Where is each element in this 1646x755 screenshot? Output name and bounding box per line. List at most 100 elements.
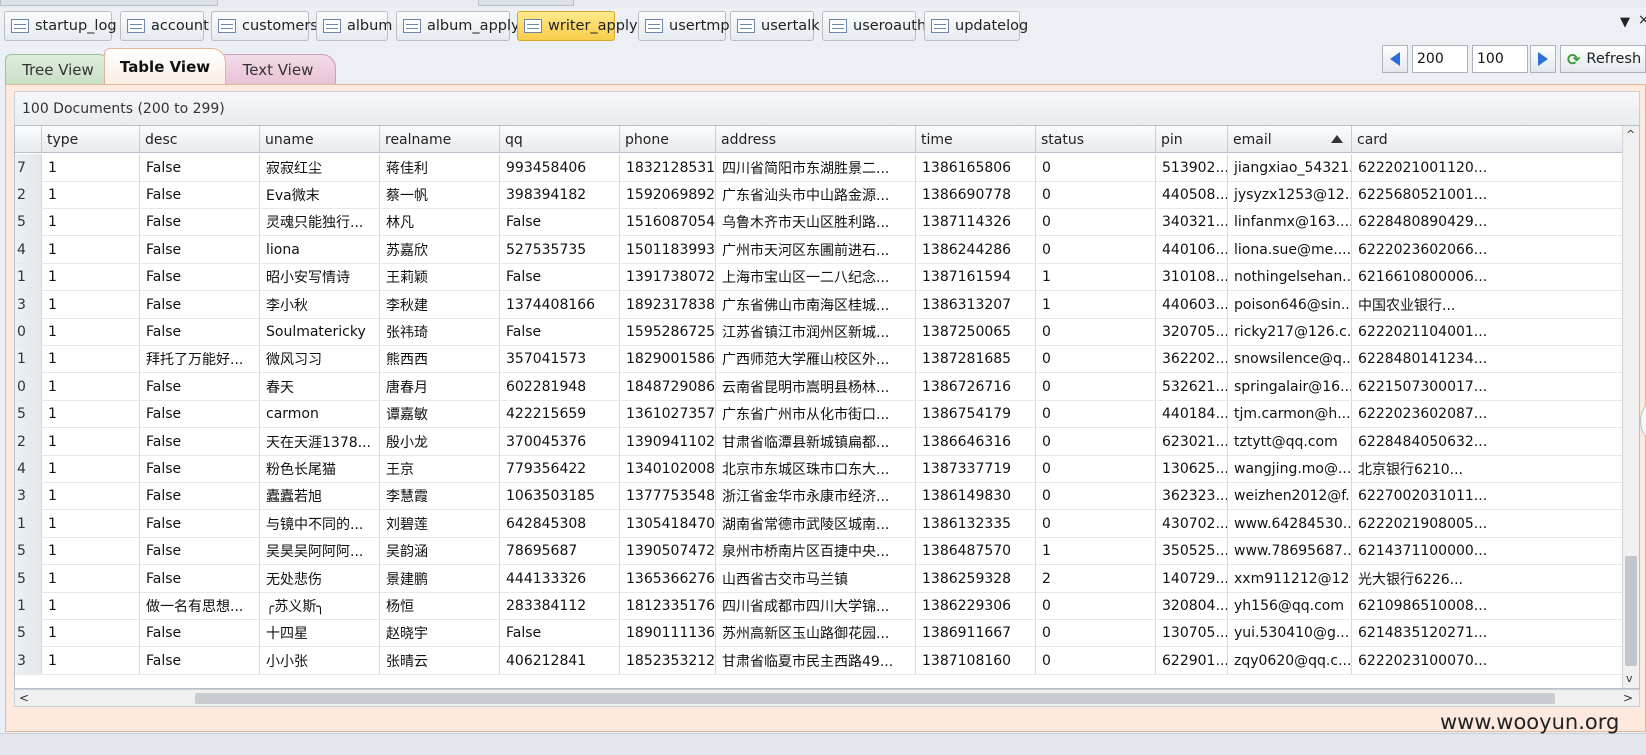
table-row[interactable]: 5 1 False 无处悲伤 景建鹏 444133326 13653662764 山西省古交市… (15, 565, 1639, 593)
cell-desc[interactable]: 拜托了万能好... (140, 345, 260, 373)
cell-type[interactable]: 1 (42, 291, 140, 318)
cell-address[interactable]: 甘肃省临潭县新城镇扁都... (716, 428, 916, 455)
table-row[interactable]: 5 1 False carmon 谭嘉敏 422215659 13610273578 广东省广… (15, 400, 1639, 429)
cell-desc[interactable]: False (140, 619, 260, 647)
cell-uname[interactable]: 粉色长尾猫 (260, 455, 380, 483)
cell-type[interactable]: 1 (42, 455, 140, 483)
cell-pin[interactable]: 350525... (1156, 537, 1228, 565)
cell-uname[interactable]: 蠹蠹若旭 (260, 482, 380, 510)
cell-card[interactable]: 6210986510008... (1352, 592, 1639, 619)
table-row[interactable]: 5 1 False 灵魂只能独行... 林凡 False 15160870541 乌鲁木齐市天… (15, 208, 1639, 237)
cell-type[interactable]: 1 (42, 400, 140, 428)
cell-card[interactable]: 6228480890429... (1352, 209, 1639, 236)
next-page-button[interactable] (1530, 45, 1556, 73)
cell-card[interactable]: 6228484050632... (1352, 428, 1639, 455)
cell-phone[interactable]: 18123351765 (620, 592, 716, 620)
cell-time[interactable]: 1386313207 (916, 291, 1036, 318)
cell-desc[interactable]: False (140, 291, 260, 318)
cell-id[interactable]: 5 (15, 208, 42, 236)
cell-type[interactable]: 1 (42, 263, 140, 291)
cell-card[interactable]: 光大银行6226... (1352, 565, 1639, 592)
column-header-email[interactable]: email (1228, 126, 1352, 153)
cell-time[interactable]: 1386726716 (916, 373, 1036, 401)
cell-desc[interactable]: False (140, 208, 260, 236)
cell-id[interactable]: 1 (15, 510, 42, 538)
cell-pin[interactable]: 440184... (1156, 400, 1228, 428)
cell-status[interactable]: 0 (1036, 455, 1156, 483)
cell-desc[interactable]: False (140, 400, 260, 428)
cell-pin[interactable]: 320804... (1156, 592, 1228, 620)
column-header-type[interactable]: type (42, 126, 140, 153)
cell-qq[interactable]: 406212841 (500, 647, 620, 675)
cell-uname[interactable]: carmon (260, 400, 380, 428)
skip-input[interactable] (1412, 45, 1468, 73)
cell-email[interactable]: yui.530410@g... (1228, 619, 1352, 647)
collection-tab-customers[interactable]: customers (211, 11, 318, 41)
cell-id[interactable]: 1 (15, 592, 42, 620)
table-row[interactable]: 1 1 False 与镜中不同的... 刘碧莲 642845308 13054184705 湖… (15, 510, 1639, 538)
column-header-id[interactable] (15, 126, 42, 153)
cell-desc[interactable]: False (140, 537, 260, 565)
cell-realname[interactable]: 张祎琦 (380, 318, 500, 346)
cell-realname[interactable]: 李秋建 (380, 291, 500, 318)
cell-phone[interactable]: 13909411029 (620, 428, 716, 455)
table-row[interactable]: 1 1 False 昭小安写情诗 王莉颖 False 13917380727 上海市宝山区一二… (15, 263, 1639, 292)
horizontal-scroll-thumb[interactable] (195, 693, 1555, 704)
cell-card[interactable]: 6214835120271... (1352, 620, 1639, 647)
cell-status[interactable]: 0 (1036, 318, 1156, 346)
cell-email[interactable]: tjm.carmon@h... (1228, 400, 1352, 428)
cell-time[interactable]: 1387161594 (916, 263, 1036, 291)
cell-qq[interactable]: 283384112 (500, 592, 620, 620)
cell-address[interactable]: 乌鲁木齐市天山区胜利路... (716, 208, 916, 236)
cell-id[interactable]: 4 (15, 455, 42, 483)
cell-uname[interactable]: 微风习习 (260, 345, 380, 373)
cell-pin[interactable]: 362323... (1156, 482, 1228, 510)
cell-address[interactable]: 江苏省镇江市润州区新城... (716, 318, 916, 346)
previous-page-button[interactable] (1382, 45, 1408, 73)
cell-email[interactable]: jysyzx1253@12... (1228, 181, 1352, 209)
cell-realname[interactable]: 谭嘉敏 (380, 400, 500, 428)
cell-pin[interactable]: 440508... (1156, 181, 1228, 209)
cell-desc[interactable]: False (140, 647, 260, 675)
table-row[interactable]: 3 1 False 蠹蠹若旭 李慧霞 1063503185 13777535481 浙江省金华… (15, 482, 1639, 511)
cell-uname[interactable]: ╭苏义斯╮ (260, 592, 380, 620)
cell-email[interactable]: wangjing.mo@... (1228, 455, 1352, 483)
cell-address[interactable]: 山西省古交市马兰镇 (716, 565, 916, 592)
cell-uname[interactable]: liona (260, 236, 380, 264)
cell-type[interactable]: 1 (42, 647, 140, 675)
collection-tab-updatelog[interactable]: updatelog (924, 11, 1028, 41)
cell-pin[interactable]: 430702... (1156, 510, 1228, 538)
table-row[interactable]: 1 1 拜托了万能好... 微风习习 熊西西 357041573 18290015867 广西… (15, 345, 1639, 374)
cell-email[interactable]: www.64284530... (1228, 510, 1352, 538)
cell-status[interactable]: 0 (1036, 236, 1156, 264)
cell-time[interactable]: 1386244286 (916, 236, 1036, 264)
cell-email[interactable]: linfanmx@163.... (1228, 208, 1352, 236)
tab-tree-view[interactable]: Tree View (5, 54, 111, 84)
cell-address[interactable]: 广西师范大学雁山校区外... (716, 345, 916, 373)
cell-realname[interactable]: 林凡 (380, 208, 500, 236)
scroll-down-icon[interactable]: v (1626, 672, 1633, 685)
cell-realname[interactable]: 吴韵涵 (380, 537, 500, 565)
cell-qq[interactable]: 422215659 (500, 400, 620, 428)
cell-email[interactable]: springalair@16... (1228, 373, 1352, 401)
cell-email[interactable]: liona.sue@me.... (1228, 236, 1352, 264)
cell-pin[interactable]: 140729... (1156, 565, 1228, 592)
cell-realname[interactable]: 熊西西 (380, 345, 500, 373)
cell-realname[interactable]: 苏嘉欣 (380, 236, 500, 264)
cell-id[interactable]: 5 (15, 537, 42, 565)
cell-phone[interactable]: 15160870541 (620, 208, 716, 236)
cell-pin[interactable]: 440106... (1156, 236, 1228, 264)
collection-tab-writer-apply[interactable]: writer_apply (517, 11, 638, 41)
cell-id[interactable]: 5 (15, 565, 42, 592)
vertical-scroll-thumb[interactable] (1625, 556, 1637, 666)
scroll-up-icon[interactable]: ^ (1626, 128, 1635, 141)
cell-card[interactable]: 中国农业银行... (1352, 291, 1639, 318)
column-header-address[interactable]: address (716, 126, 916, 153)
cell-qq[interactable]: 78695687 (500, 537, 620, 565)
cell-id[interactable]: 3 (15, 647, 42, 675)
cell-realname[interactable]: 张晴云 (380, 647, 500, 675)
cell-qq[interactable]: 602281948 (500, 373, 620, 401)
cell-time[interactable]: 1387281685 (916, 345, 1036, 373)
table-row[interactable]: 4 1 False 粉色长尾猫 王京 779356422 13401020082 北京市东城区… (15, 455, 1639, 483)
cell-desc[interactable]: False (140, 510, 260, 538)
